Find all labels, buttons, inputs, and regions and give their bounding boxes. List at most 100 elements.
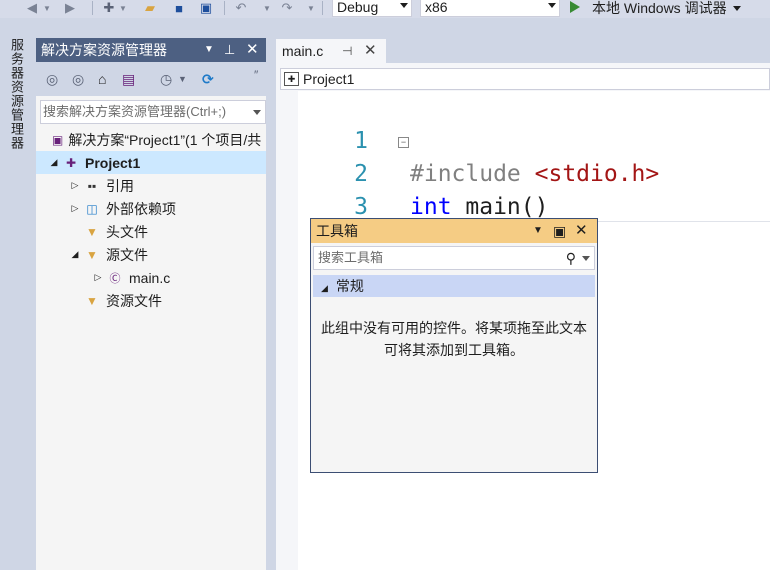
side-tab-strip: 服务器资源管理器 xyxy=(0,18,36,570)
tree-node-references[interactable]: ▷ ▪▪ 引用 xyxy=(36,174,134,197)
c-file-icon: Ⓒ xyxy=(109,272,121,285)
collapsed-arrow-icon[interactable]: ▷ xyxy=(67,180,83,191)
redo-icon[interactable]: ↷ xyxy=(278,0,296,16)
chevron-down-icon xyxy=(548,3,556,8)
maximize-icon[interactable]: ▣ xyxy=(553,219,566,243)
solution-explorer-panel: 解决方案资源管理器 ▼ ⊥ ✕ ◎ ◎ ⌂ ▤ ◷ ▼ ⟳ ″ 搜索解决方案资源… xyxy=(36,38,295,570)
close-tab-icon[interactable]: ✕ xyxy=(364,39,377,63)
project-icon: ✚ xyxy=(65,155,77,170)
configuration-select[interactable]: Debug xyxy=(332,0,412,17)
tree-node-solution[interactable]: ▣ 解决方案“Project1”(1 个项目/共 1 个) xyxy=(36,128,295,151)
toolbar-separator xyxy=(92,1,93,15)
code-line: 1 #include <stdio.h> xyxy=(298,92,770,187)
refresh-icon[interactable]: ⟳ xyxy=(202,71,214,88)
configuration-value: Debug xyxy=(337,0,379,15)
server-explorer-tab[interactable]: 服务器资源管理器 xyxy=(8,38,26,150)
back-dropdown-icon[interactable]: ▼ xyxy=(42,0,52,16)
tree-node-resource-files[interactable]: ▼ 资源文件 xyxy=(36,289,162,312)
collapsed-arrow-icon[interactable]: ▷ xyxy=(67,203,83,214)
back-icon[interactable]: ◎ xyxy=(46,71,58,88)
solution-search-input[interactable]: 搜索解决方案资源管理器(Ctrl+;) xyxy=(40,100,266,124)
tab-main-c[interactable]: main.c ⊣ ✕ xyxy=(276,39,386,64)
redo-dropdown-icon[interactable]: ▼ xyxy=(306,0,316,16)
overflow-icon[interactable]: ″ xyxy=(254,68,258,82)
chevron-down-icon[interactable] xyxy=(732,5,741,11)
filter-folder-icon: ▼ xyxy=(86,224,98,239)
platform-value: x86 xyxy=(425,0,448,15)
new-dropdown-icon[interactable]: ▼ xyxy=(118,0,128,16)
group-label: 常规 xyxy=(335,278,364,294)
tree-label: 引用 xyxy=(106,177,134,194)
editor-divider xyxy=(597,221,770,222)
search-placeholder: 搜索解决方案资源管理器(Ctrl+;) xyxy=(43,104,227,119)
toolbar-separator xyxy=(322,1,323,15)
solution-explorer-toolbar: ◎ ◎ ⌂ ▤ ◷ ▼ ⟳ ″ xyxy=(36,62,266,96)
toolbar-separator xyxy=(224,1,225,15)
forward-icon[interactable]: ▶ xyxy=(62,0,78,16)
expanded-arrow-icon[interactable]: ◢ xyxy=(67,249,83,260)
panel-splitter[interactable] xyxy=(266,38,276,570)
chevron-down-icon[interactable] xyxy=(253,110,261,115)
undo-dropdown-icon[interactable]: ▼ xyxy=(262,0,272,16)
document-tab-bar: main.c ⊣ ✕ xyxy=(276,38,770,64)
tree-label: 外部依赖项 xyxy=(106,200,176,217)
main-toolbar: ◀ ▼ ▶ ✚ ▼ ▰ ■ ▣ ↶ ▼ ↷ ▼ Debug x86 本地 Win… xyxy=(0,0,770,18)
platform-select[interactable]: x86 xyxy=(420,0,560,17)
tree-node-main-c[interactable]: ▷ Ⓒ main.c xyxy=(36,266,171,289)
toolbox-window: 工具箱 ▼ ▣ ✕ 搜索工具箱 ⚲ ◢ 常规 此组中没有可用的控件。将某项拖至此文… xyxy=(310,218,598,473)
toolbox-group-general[interactable]: ◢ 常规 xyxy=(313,275,595,297)
undo-icon[interactable]: ↶ xyxy=(232,0,250,16)
save-all-icon[interactable]: ▣ xyxy=(196,0,216,16)
open-folder-icon[interactable]: ▰ xyxy=(140,0,160,16)
project-icon: ✚ xyxy=(284,72,299,86)
expanded-arrow-icon: ◢ xyxy=(321,283,328,293)
switch-views-icon[interactable]: ▤ xyxy=(122,71,135,88)
filter-folder-icon: ▼ xyxy=(86,247,98,262)
close-icon[interactable]: ✕ xyxy=(575,219,588,243)
home-icon[interactable]: ⌂ xyxy=(98,71,106,87)
chevron-down-icon[interactable] xyxy=(582,256,590,261)
solution-icon: ▣ xyxy=(52,132,64,147)
tree-node-source-files[interactable]: ◢ ▼ 源文件 xyxy=(36,243,148,266)
panel-title: 解决方案资源管理器 xyxy=(41,42,167,58)
tree-label: 资源文件 xyxy=(106,292,162,309)
collapsed-arrow-icon[interactable]: ▷ xyxy=(90,272,106,283)
new-project-icon[interactable]: ✚ xyxy=(100,0,118,16)
code-line: 2 int main() xyxy=(298,125,770,220)
tree-label: 解决方案“Project1”(1 个项目/共 1 个) xyxy=(68,131,296,148)
pin-icon[interactable]: ⊥ xyxy=(224,38,235,62)
pending-changes-icon[interactable]: ◷ xyxy=(160,71,172,88)
tree-node-header-files[interactable]: ▼ 头文件 xyxy=(36,220,148,243)
expanded-arrow-icon[interactable]: ◢ xyxy=(46,157,62,168)
toolbox-title-bar[interactable]: 工具箱 ▼ ▣ ✕ xyxy=(311,219,597,243)
search-icon[interactable]: ⚲ xyxy=(566,247,576,269)
external-deps-icon: ◫ xyxy=(86,201,98,216)
project-scope-select[interactable]: ✚ Project1 xyxy=(280,68,770,90)
toolbox-search-input[interactable]: 搜索工具箱 ⚲ xyxy=(313,246,595,270)
tree-label: main.c xyxy=(129,269,171,286)
toolbox-empty-message: 此组中没有可用的控件。将某项拖至此文本可将其添加到工具箱。 xyxy=(321,320,587,358)
tab-label: main.c xyxy=(282,43,324,59)
pin-tab-icon[interactable]: ⊣ xyxy=(342,39,352,63)
search-placeholder: 搜索工具箱 xyxy=(318,250,384,265)
window-menu-icon[interactable]: ▼ xyxy=(533,219,543,243)
play-icon xyxy=(570,1,580,13)
collapse-block-icon[interactable]: − xyxy=(398,137,409,148)
editor-navigation-bar: ✚ Project1 xyxy=(276,63,770,91)
tree-label: 源文件 xyxy=(106,246,148,263)
panel-menu-icon[interactable]: ▼ xyxy=(204,38,214,62)
save-icon[interactable]: ■ xyxy=(170,0,188,16)
code-line: 3 { xyxy=(298,158,770,253)
tree-label: Project1 xyxy=(85,154,141,171)
pending-dropdown-icon[interactable]: ▼ xyxy=(178,74,187,84)
editor-gutter xyxy=(276,91,298,570)
back-icon[interactable]: ◀ xyxy=(24,0,40,16)
tree-label: 头文件 xyxy=(106,223,148,240)
filter-folder-icon: ▼ xyxy=(86,293,98,308)
forward-icon[interactable]: ◎ xyxy=(72,71,84,88)
start-debugging-button[interactable]: 本地 Windows 调试器 xyxy=(570,0,741,16)
toolbox-title: 工具箱 xyxy=(316,223,358,239)
tree-node-external-dependencies[interactable]: ▷ ◫ 外部依赖项 xyxy=(36,197,176,220)
close-icon[interactable]: ✕ xyxy=(246,38,259,62)
tree-node-project[interactable]: ◢ ✚ Project1 xyxy=(36,151,266,174)
